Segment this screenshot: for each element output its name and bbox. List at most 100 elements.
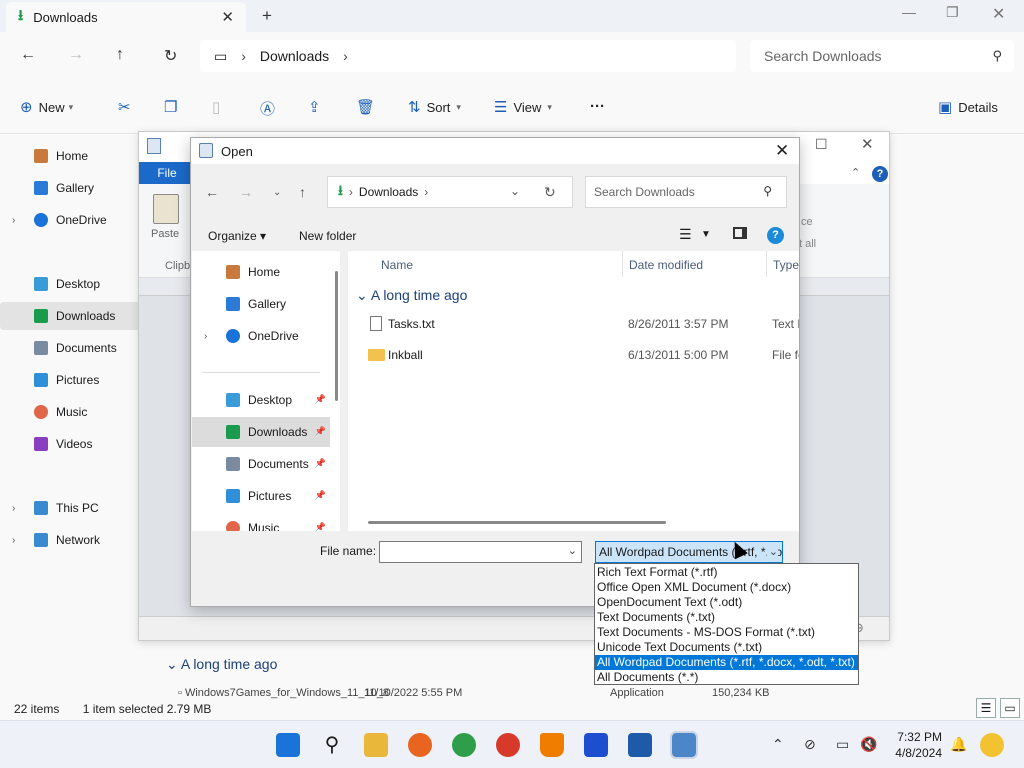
chevron-down-icon[interactable]: ⌄ <box>510 184 520 198</box>
nav-item-gallery[interactable]: Gallery <box>192 289 330 319</box>
nav-item-onedrive[interactable]: › OneDrive <box>192 321 330 351</box>
file-type-option-selected[interactable]: All Wordpad Documents (*.rtf, *.docx, *.… <box>595 655 858 670</box>
file-type-option[interactable]: Unicode Text Documents (*.txt) <box>595 640 858 655</box>
explorer-address-bar[interactable]: ▭ › Downloads › <box>200 40 736 72</box>
display-icon[interactable]: ▭ <box>836 736 849 753</box>
nav-item-pictures[interactable]: Pictures 📌 <box>192 481 330 511</box>
column-header-type[interactable]: Type <box>773 258 799 272</box>
chevron-right-icon[interactable]: › <box>12 535 15 546</box>
change-view-icon[interactable]: ☰ <box>679 226 692 243</box>
details-view-icon[interactable]: ☰ <box>976 698 996 718</box>
file-type-option[interactable]: Text Documents - MS-DOS Format (*.txt) <box>595 625 858 640</box>
explorer-tab-downloads[interactable]: ⭳ Downloads ✕ <box>6 2 246 32</box>
preview-pane-icon[interactable] <box>733 227 747 239</box>
chevron-down-icon[interactable]: ⌄ <box>568 544 577 557</box>
select-all-label[interactable]: t all <box>799 238 816 250</box>
sidebar-item-onedrive[interactable]: › OneDrive <box>0 206 150 234</box>
windows-start-icon[interactable] <box>276 733 300 757</box>
address-downloads[interactable]: Downloads <box>260 48 329 64</box>
chevron-right-icon[interactable]: › <box>12 215 15 226</box>
sort-button[interactable]: ⇅ Sort ▾ <box>408 98 461 116</box>
file-type-option[interactable]: Office Open XML Document (*.docx) <box>595 580 858 595</box>
close-icon[interactable]: ✕ <box>861 135 874 153</box>
file-explorer-icon[interactable] <box>364 733 388 757</box>
close-icon[interactable]: ✕ <box>775 141 789 161</box>
sidebar-item-network[interactable]: › Network <box>0 526 150 554</box>
ccleaner-icon[interactable] <box>496 733 520 757</box>
cut-button[interactable]: ✂ <box>118 98 137 116</box>
pin-icon[interactable]: 📌 <box>315 522 326 531</box>
file-type-option[interactable]: Text Documents (*.txt) <box>595 610 858 625</box>
tiles-view-icon[interactable]: ▭ <box>1000 698 1020 718</box>
back-arrow-icon[interactable]: ← <box>205 184 219 200</box>
column-divider[interactable] <box>766 251 767 277</box>
pin-icon[interactable]: 📌 <box>315 394 326 405</box>
file-type-option[interactable]: Rich Text Format (*.rtf) <box>595 565 858 580</box>
pin-icon[interactable]: 📌 <box>315 426 326 437</box>
chrome-icon[interactable] <box>452 733 476 757</box>
chevron-right-icon[interactable]: › <box>424 185 428 199</box>
details-button[interactable]: ▣ Details <box>938 98 998 116</box>
search-icon[interactable]: ⚲ <box>320 733 344 757</box>
column-header-name[interactable]: Name <box>381 258 413 272</box>
nav-item-documents[interactable]: Documents 📌 <box>192 449 330 479</box>
more-options-button[interactable]: ··· <box>590 98 605 115</box>
file-name-input[interactable]: ⌄ <box>379 541 582 563</box>
collapse-ribbon-icon[interactable]: ⌃ <box>851 166 860 179</box>
sidebar-item-this-pc[interactable]: › This PC <box>0 494 150 522</box>
new-button[interactable]: ⊕ New ▾ <box>20 98 73 116</box>
paste-label[interactable]: Paste <box>151 228 179 240</box>
file-group-header[interactable]: ⌄ A long time ago <box>356 287 467 304</box>
paste-button[interactable]: ▯ <box>212 98 226 116</box>
dialog-search-input[interactable]: Search Downloads ⚲ <box>585 176 787 208</box>
refresh-icon[interactable]: ↻ <box>164 46 177 66</box>
forward-arrow-icon[interactable]: → <box>239 184 253 200</box>
refresh-icon[interactable]: ↻ <box>544 184 556 201</box>
rename-button[interactable]: Ⓐ <box>260 98 281 119</box>
wordpad-file-tab[interactable]: File <box>139 162 195 184</box>
file-type-option[interactable]: OpenDocument Text (*.odt) <box>595 595 858 610</box>
nav-item-downloads[interactable]: Downloads 📌 <box>192 417 330 447</box>
pin-icon[interactable]: 📌 <box>315 490 326 501</box>
close-icon[interactable]: ✕ <box>992 4 1005 24</box>
close-tab-icon[interactable]: ✕ <box>221 8 234 26</box>
chevron-up-icon[interactable]: ⌃ <box>772 736 784 753</box>
chevron-right-icon[interactable]: › <box>204 331 207 342</box>
sidebar-item-pictures[interactable]: Pictures <box>0 366 150 394</box>
delete-button[interactable]: 🗑 <box>356 98 381 116</box>
forward-arrow-icon[interactable]: → <box>68 46 84 64</box>
virtualbox-icon[interactable] <box>628 733 652 757</box>
address-downloads[interactable]: Downloads <box>359 185 418 199</box>
table-row[interactable]: ▫ Windows7Games_for_Windows_11_10_8 11/1… <box>178 687 818 703</box>
file-type-option[interactable]: All Documents (*.*) <box>595 670 858 685</box>
recent-locations-icon[interactable]: ⌄ <box>273 187 281 198</box>
table-row[interactable]: Tasks.txt 8/26/2011 3:57 PM Text D <box>348 313 799 335</box>
column-header-date[interactable]: Date modified <box>629 258 703 272</box>
system-clock[interactable]: 7:32 PM 4/8/2024 <box>880 729 942 761</box>
sidebar-item-desktop[interactable]: Desktop <box>0 270 150 298</box>
vlc-icon[interactable] <box>540 733 564 757</box>
help-icon[interactable]: ? <box>767 227 784 244</box>
nav-item-music[interactable]: Music 📌 <box>192 513 330 531</box>
help-icon[interactable]: ? <box>872 166 888 182</box>
share-button[interactable]: ⇪ <box>308 98 327 116</box>
new-folder-button[interactable]: New folder <box>299 229 356 243</box>
sidebar-item-videos[interactable]: Videos <box>0 430 150 458</box>
column-divider[interactable] <box>622 251 623 277</box>
explorer-search-input[interactable]: Search Downloads ⚲ <box>750 40 1014 72</box>
up-arrow-icon[interactable]: ↑ <box>116 46 124 64</box>
up-arrow-icon[interactable]: ↑ <box>299 184 306 200</box>
notification-bell-icon[interactable]: 🔔 <box>950 736 967 753</box>
minimize-icon[interactable]: — <box>902 4 916 20</box>
pin-icon[interactable]: 📌 <box>315 458 326 469</box>
wordpad-icon[interactable] <box>670 731 698 759</box>
malwarebytes-icon[interactable] <box>584 733 608 757</box>
nav-scrollbar[interactable] <box>335 271 338 401</box>
back-arrow-icon[interactable]: ← <box>20 46 36 64</box>
dialog-address-bar[interactable]: ⭳ › Downloads › ⌄ ↻ <box>327 176 573 208</box>
preview-build-icon[interactable] <box>980 733 1004 757</box>
chevron-down-icon[interactable]: ⌄ <box>766 542 778 562</box>
chevron-down-icon[interactable]: ▼ <box>701 229 711 240</box>
new-tab-button[interactable]: + <box>262 6 272 26</box>
copy-button[interactable]: ❐ <box>164 98 183 116</box>
